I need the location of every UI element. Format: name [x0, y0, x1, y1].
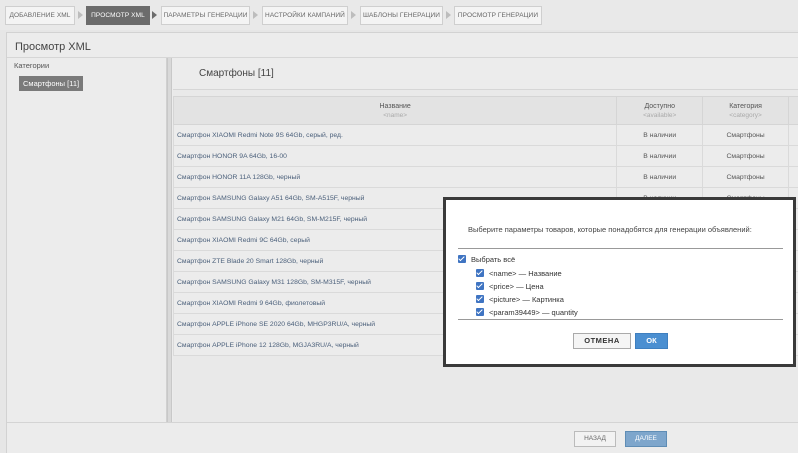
next-button[interactable]: ДАЛЕЕ	[625, 431, 667, 447]
column-header-category[interactable]: Категория <category>	[702, 96, 789, 125]
category-sidebar: Категории Смартфоны [11]	[7, 58, 167, 422]
extra-cell	[788, 124, 798, 146]
category-item-smartphones[interactable]: Смартфоны [11]	[19, 76, 84, 91]
select-all-checkbox[interactable]: Выбрать всё	[458, 254, 515, 265]
product-name-cell: Смартфон HONOR 11A 128Gb, черный	[172, 166, 618, 188]
page-title: Просмотр XML	[15, 41, 91, 53]
ok-button[interactable]: ОК	[635, 333, 668, 349]
column-header-available[interactable]: Доступно <available>	[616, 96, 704, 125]
divider	[458, 319, 783, 320]
category-cell: Смартфоны	[702, 166, 789, 188]
availability-cell: В наличии	[616, 166, 704, 188]
column-label: Название	[379, 102, 411, 110]
step-arrow	[253, 11, 258, 19]
step-view-xml[interactable]: ПРОСМОТР XML	[86, 6, 150, 25]
product-name-cell: Смартфон XIAOMI Redmi Note 9S 64Gb, серы…	[172, 124, 618, 146]
step-generation-params[interactable]: ПАРАМЕТРЫ ГЕНЕРАЦИИ	[161, 6, 250, 25]
checkbox-label: <name> — Название	[489, 269, 562, 278]
checkbox-checked-icon	[458, 255, 466, 263]
cancel-button[interactable]: ОТМЕНА	[573, 333, 631, 349]
param-select-dialog: Выберите параметры товаров, которые пона…	[443, 197, 796, 367]
product-name-cell: Смартфон HONOR 9A 64Gb, 16-00	[172, 145, 618, 167]
content-header: Смартфоны [11]	[173, 58, 798, 90]
checkbox-checked-icon	[476, 269, 484, 277]
step-arrow	[78, 11, 83, 19]
category-cell: Смартфоны	[702, 124, 789, 146]
param-checkbox-price[interactable]: <price> — Цена	[476, 281, 544, 292]
checkbox-checked-icon	[476, 282, 484, 290]
param-checkbox-picture[interactable]: <picture> — Картинка	[476, 294, 564, 305]
checkbox-label: Выбрать всё	[471, 255, 516, 264]
step-arrow	[446, 11, 451, 19]
availability-cell: В наличии	[616, 145, 704, 167]
dialog-message: Выберите параметры товаров, которые пона…	[468, 225, 752, 234]
availability-cell: В наличии	[616, 124, 704, 146]
sidebar-label: Категории	[14, 61, 50, 70]
step-view-generation[interactable]: ПРОСМОТР ГЕНЕРАЦИИ	[454, 6, 542, 25]
param-checkbox-name[interactable]: <name> — Название	[476, 268, 562, 279]
category-title: Смартфоны [11]	[199, 68, 274, 79]
checkbox-checked-icon	[476, 308, 484, 316]
table-header-row: Название <name> Доступно <available> Катег…	[172, 96, 798, 125]
category-cell: Смартфоны	[702, 145, 789, 167]
column-label: Категория	[729, 102, 762, 110]
column-tag: <category>	[729, 111, 762, 119]
table-row[interactable]: Смартфон HONOR 11A 128Gb, черный В наличи…	[172, 166, 798, 188]
checkbox-label: <price> — Цена	[489, 282, 544, 291]
step-generation-templates[interactable]: ШАБЛОНЫ ГЕНЕРАЦИИ	[360, 6, 443, 25]
step-arrow	[152, 11, 157, 19]
footer-bar: НАЗАД ДАЛЕЕ	[7, 422, 798, 453]
step-arrow	[351, 11, 356, 19]
steps-bar: ДОБАВЛЕНИЕ XML ПРОСМОТР XML ПАРАМЕТРЫ ГЕ…	[0, 0, 798, 30]
checkbox-label: <picture> — Картинка	[489, 295, 564, 304]
param-checkbox-quantity[interactable]: <param39449> — quantity	[476, 307, 578, 318]
table-row[interactable]: Смартфон XIAOMI Redmi Note 9S 64Gb, серы…	[172, 124, 798, 146]
column-label: Доступно	[644, 102, 675, 110]
step-add-xml[interactable]: ДОБАВЛЕНИЕ XML	[5, 6, 75, 25]
column-header-extra	[788, 96, 798, 125]
extra-cell	[788, 145, 798, 167]
checkbox-label: <param39449> — quantity	[489, 308, 578, 317]
column-header-name[interactable]: Название <name>	[172, 96, 618, 125]
step-campaign-settings[interactable]: НАСТРОЙКИ КАМПАНИЙ	[262, 6, 348, 25]
divider	[458, 248, 783, 249]
column-tag: <available>	[643, 111, 677, 119]
column-tag: <name>	[383, 111, 408, 119]
back-button[interactable]: НАЗАД	[574, 431, 616, 447]
panel-splitter[interactable]	[167, 58, 172, 422]
checkbox-checked-icon	[476, 295, 484, 303]
table-row[interactable]: Смартфон HONOR 9A 64Gb, 16-00 В наличии См…	[172, 145, 798, 167]
extra-cell	[788, 166, 798, 188]
